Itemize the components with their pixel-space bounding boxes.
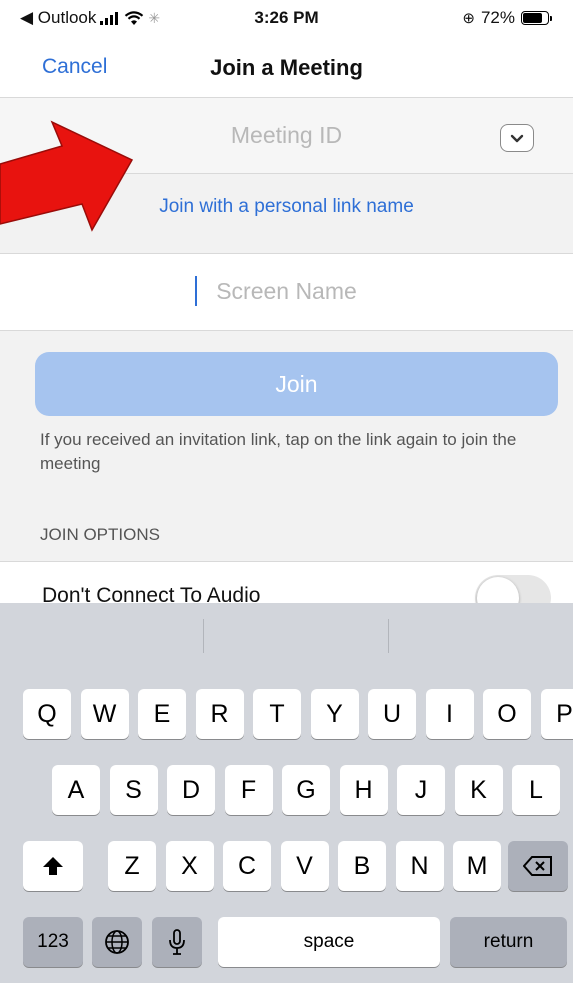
key-s[interactable]: S	[109, 765, 158, 815]
key-u[interactable]: U	[368, 689, 416, 739]
key-h[interactable]: H	[339, 765, 388, 815]
text-cursor	[195, 276, 197, 306]
screen-name-field[interactable]: Screen Name	[0, 254, 573, 331]
dictation-key[interactable]	[152, 917, 202, 967]
key-j[interactable]: J	[397, 765, 445, 815]
key-e[interactable]: E	[138, 689, 186, 739]
backspace-key[interactable]	[508, 841, 568, 891]
join-options-header: JOIN OPTIONS	[40, 525, 160, 544]
page-title: Join a Meeting	[210, 55, 363, 80]
key-i[interactable]: I	[425, 689, 474, 739]
key-r[interactable]: R	[195, 689, 244, 739]
key-o[interactable]: O	[483, 689, 531, 739]
invitation-hint: If you received an invitation link, tap …	[40, 430, 517, 473]
globe-key[interactable]	[92, 917, 142, 967]
key-p[interactable]: P	[540, 689, 573, 739]
chevron-down-icon	[510, 134, 524, 142]
key-y[interactable]: Y	[310, 689, 359, 739]
shift-key[interactable]	[23, 841, 83, 891]
numbers-key[interactable]: 123	[23, 917, 83, 967]
key-b[interactable]: B	[338, 841, 386, 891]
key-v[interactable]: V	[280, 841, 329, 891]
status-right: ⊕ 72%	[462, 8, 552, 28]
navigation-bar: Cancel Join a Meeting	[0, 36, 573, 98]
battery-icon	[521, 11, 552, 25]
key-x[interactable]: X	[165, 841, 214, 891]
key-w[interactable]: W	[80, 689, 129, 739]
suggestion-bar	[0, 603, 573, 667]
microphone-icon	[169, 929, 185, 955]
space-key[interactable]: space	[218, 917, 440, 967]
screen-name-placeholder: Screen Name	[216, 278, 357, 304]
key-m[interactable]: M	[453, 841, 501, 891]
key-f[interactable]: F	[224, 765, 273, 815]
orientation-lock-icon: ⊕	[462, 10, 475, 27]
key-l[interactable]: L	[512, 765, 560, 815]
backspace-icon	[523, 856, 552, 876]
join-button[interactable]: Join	[35, 352, 558, 416]
shift-icon	[43, 857, 63, 875]
dont-connect-audio-toggle[interactable]	[475, 575, 551, 603]
meeting-history-dropdown-button[interactable]	[500, 124, 534, 152]
key-n[interactable]: N	[395, 841, 444, 891]
keyboard: Q W E R T Y U I O P A S D F G H J K L Z X C V B N M 123 space return	[0, 603, 573, 983]
key-k[interactable]: K	[454, 765, 503, 815]
dont-connect-audio-row: Don't Connect To Audio	[0, 561, 573, 603]
key-z[interactable]: Z	[108, 841, 156, 891]
red-arrow-pointer	[0, 120, 134, 232]
key-t[interactable]: T	[253, 689, 301, 739]
dont-connect-audio-label: Don't Connect To Audio	[42, 584, 261, 603]
key-d[interactable]: D	[167, 765, 215, 815]
battery-percent: 72%	[480, 8, 515, 27]
key-q[interactable]: Q	[23, 689, 71, 739]
key-a[interactable]: A	[52, 765, 100, 815]
globe-icon	[105, 930, 129, 954]
key-c[interactable]: C	[223, 841, 271, 891]
status-bar: ◀ Outlook ✳ 3:26 PM ⊕ 72%	[0, 0, 573, 36]
key-g[interactable]: G	[282, 765, 330, 815]
return-key[interactable]: return	[450, 917, 567, 967]
